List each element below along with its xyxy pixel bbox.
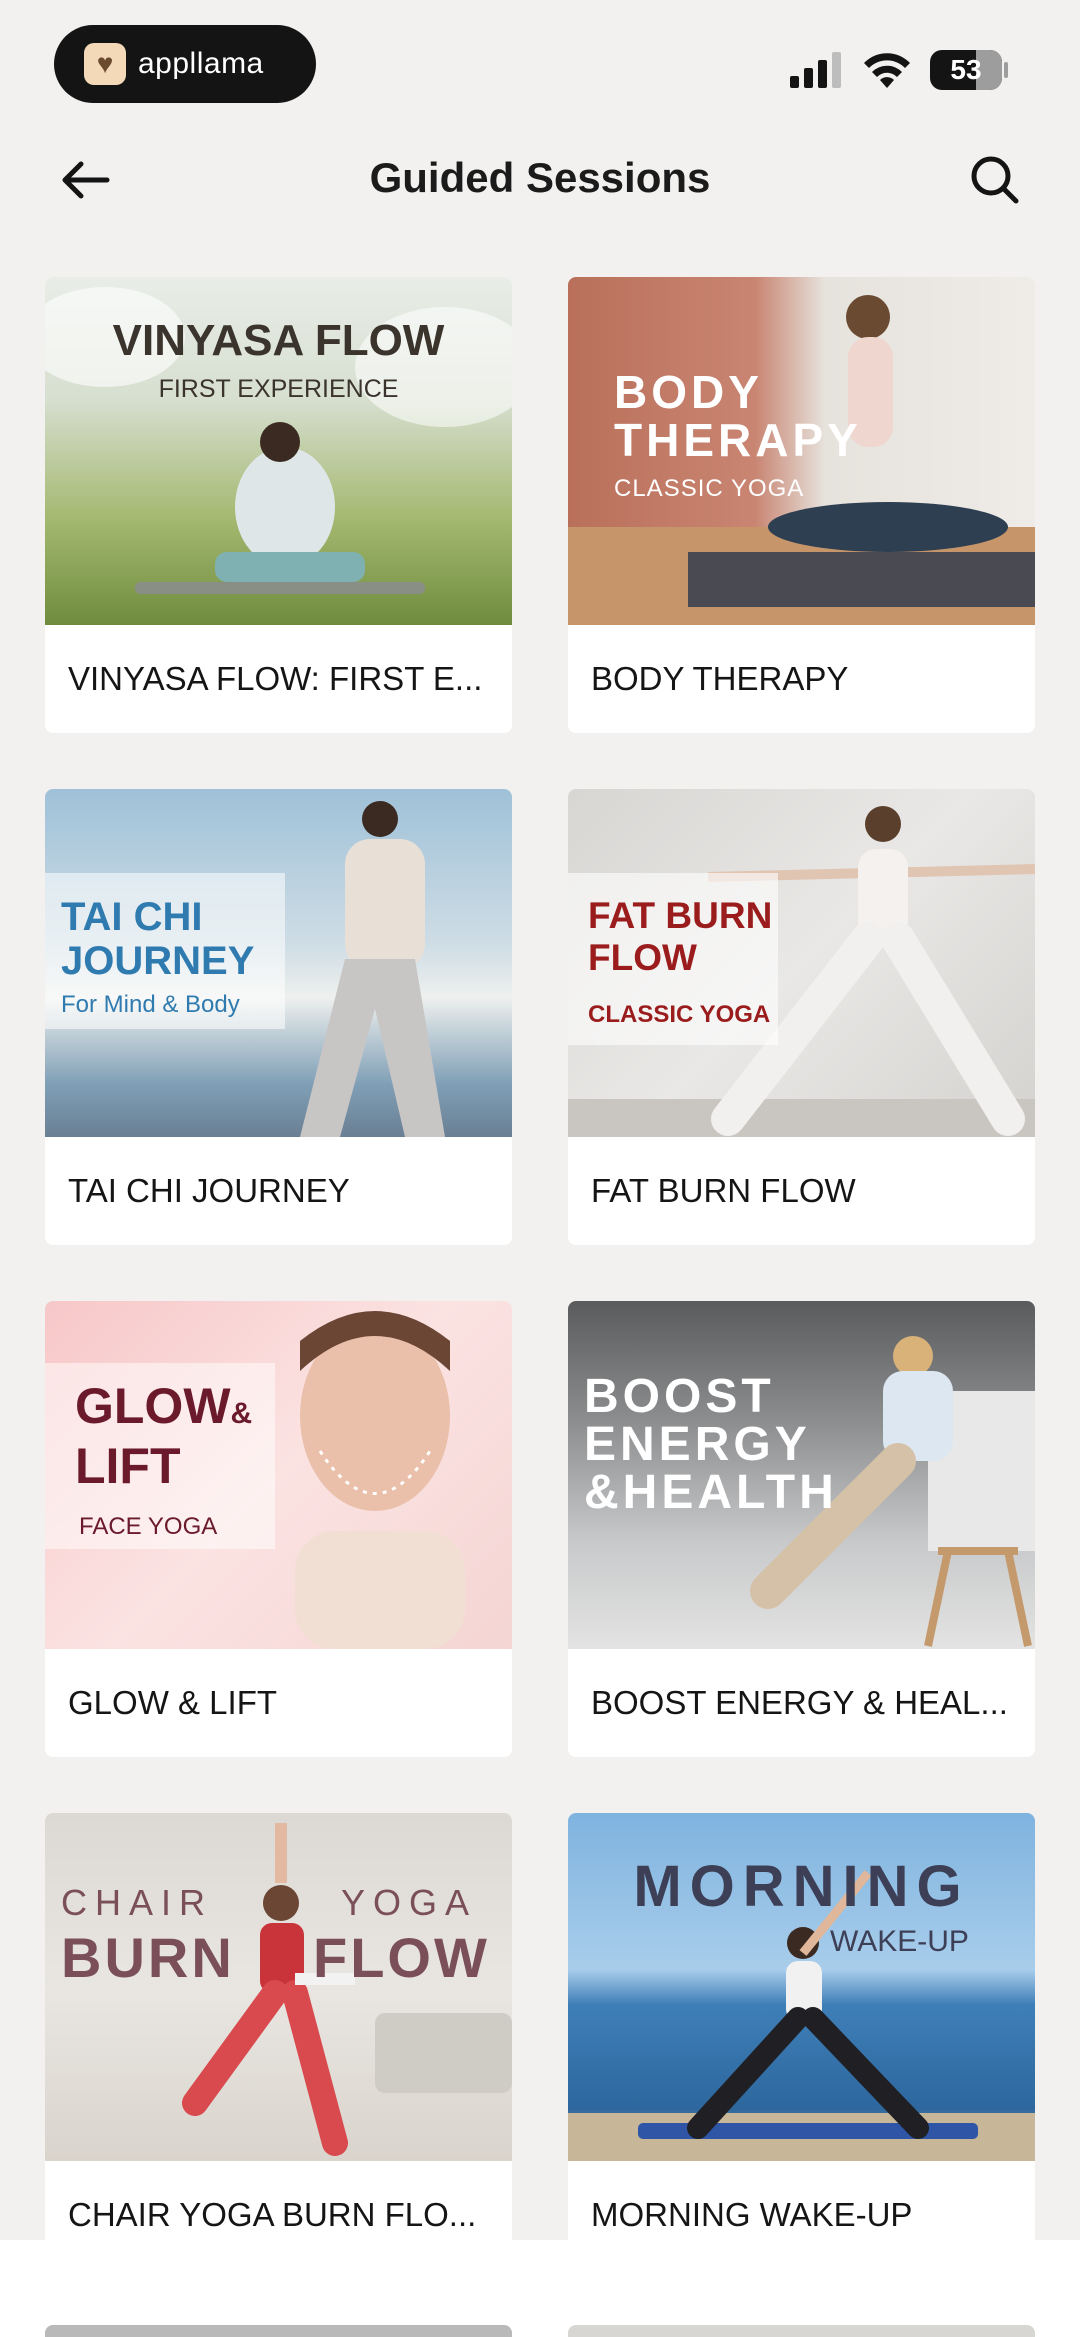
overlay-title-line1: TAI CHI (61, 895, 203, 939)
session-thumbnail: CHAIR YOGA BURN FLOW (45, 1813, 512, 2161)
bottom-bar (0, 2240, 1080, 2337)
session-card-body-therapy[interactable]: BODY THERAPY CLASSIC YOGA BODY THERAPY (568, 277, 1035, 733)
next-card-peek (45, 2325, 512, 2337)
session-title: BOOST ENERGY & HEAL... (591, 1684, 1008, 1721)
cellular-signal-icon (790, 52, 841, 88)
session-card-chair-yoga-burn-flow[interactable]: CHAIR YOGA BURN FLOW CHAIR YOGA BURN FLO… (45, 1813, 512, 2269)
session-title: BODY THERAPY (591, 660, 849, 697)
overlay-word-burn: BURN (61, 1926, 235, 1989)
overlay-title-line1: GLOW& (75, 1381, 252, 1432)
overlay-word-chair: CHAIR (61, 1882, 214, 1923)
overlay-subtitle: CLASSIC YOGA (588, 1001, 771, 1028)
overlay-title: VINYASA FLOW (112, 316, 445, 365)
overlay-title-line2: FLOW (588, 937, 697, 978)
overlay-title-line3: &HEALTH (584, 1466, 838, 1519)
overlay-subtitle: FACE YOGA (79, 1513, 218, 1540)
app-pill[interactable]: ♥ appllama (54, 25, 316, 103)
overlay-subtitle: FIRST EXPERIENCE (158, 375, 399, 403)
session-title: VINYASA FLOW: FIRST E... (68, 660, 483, 697)
overlay-ampersand: & (230, 1397, 253, 1430)
overlay-title-line1: BOOST (584, 1370, 775, 1423)
overlay-title-line1: BODY (614, 366, 763, 418)
overlay-subtitle: For Mind & Body (61, 991, 240, 1018)
overlay-title-line2: THERAPY (614, 414, 862, 466)
session-thumbnail: FAT BURN FLOW CLASSIC YOGA (568, 789, 1035, 1137)
session-card-glow-and-lift[interactable]: GLOW& LIFT FACE YOGA GLOW & LIFT (45, 1301, 512, 1757)
session-thumbnail: GLOW& LIFT FACE YOGA (45, 1301, 512, 1649)
battery-level: 53 (950, 54, 982, 85)
overlay-title-line2: ENERGY (584, 1418, 811, 1471)
search-icon (971, 156, 1019, 204)
session-card-fat-burn-flow[interactable]: FAT BURN FLOW CLASSIC YOGA FAT BURN FLOW (568, 789, 1035, 1245)
session-thumbnail: MORNING WAKE-UP (568, 1813, 1035, 2161)
overlay-subtitle: CLASSIC YOGA (614, 475, 805, 502)
llama-logo-icon: ♥ (84, 43, 126, 85)
overlay-title-line1: FAT BURN (588, 895, 773, 936)
status-bar: ♥ appllama 53 (0, 0, 1080, 120)
session-thumbnail: TAI CHI JOURNEY For Mind & Body (45, 789, 512, 1137)
overlay-word-flow: FLOW (313, 1926, 490, 1989)
battery-tip (1004, 62, 1008, 78)
session-thumbnail: BODY THERAPY CLASSIC YOGA (568, 277, 1035, 625)
overlay-title-word: GLOW (75, 1378, 231, 1434)
session-card-vinyasa-flow[interactable]: VINYASA FLOW FIRST EXPERIENCE VINYASA FL… (45, 277, 512, 733)
wifi-icon (864, 53, 910, 88)
search-button[interactable] (960, 150, 1030, 210)
session-title: GLOW & LIFT (68, 1684, 278, 1721)
session-title: TAI CHI JOURNEY (68, 1172, 350, 1209)
overlay-title-line2: LIFT (75, 1438, 181, 1494)
page-title: Guided Sessions (369, 154, 711, 201)
overlay-title-line2: JOURNEY (61, 939, 255, 983)
app-name: appllama (138, 47, 264, 80)
session-card-tai-chi-journey[interactable]: TAI CHI JOURNEY For Mind & Body TAI CHI … (45, 789, 512, 1245)
session-card-morning-wake-up[interactable]: MORNING WAKE-UP MORNING WAKE-UP (568, 1813, 1035, 2269)
overlay-subtitle: WAKE-UP (830, 1925, 969, 1958)
next-card-peek (568, 2325, 1035, 2337)
header: Guided Sessions (0, 130, 1080, 230)
session-title: FAT BURN FLOW (591, 1172, 856, 1209)
session-thumbnail: BOOST ENERGY &HEALTH (568, 1301, 1035, 1649)
session-card-boost-energy-health[interactable]: BOOST ENERGY &HEALTH BOOST ENERGY & HEAL… (568, 1301, 1035, 1757)
session-thumbnail: VINYASA FLOW FIRST EXPERIENCE (45, 277, 512, 625)
overlay-title: MORNING (633, 1854, 970, 1919)
battery-icon: 53 (930, 50, 1002, 90)
overlay-word-yoga: YOGA (341, 1882, 478, 1923)
